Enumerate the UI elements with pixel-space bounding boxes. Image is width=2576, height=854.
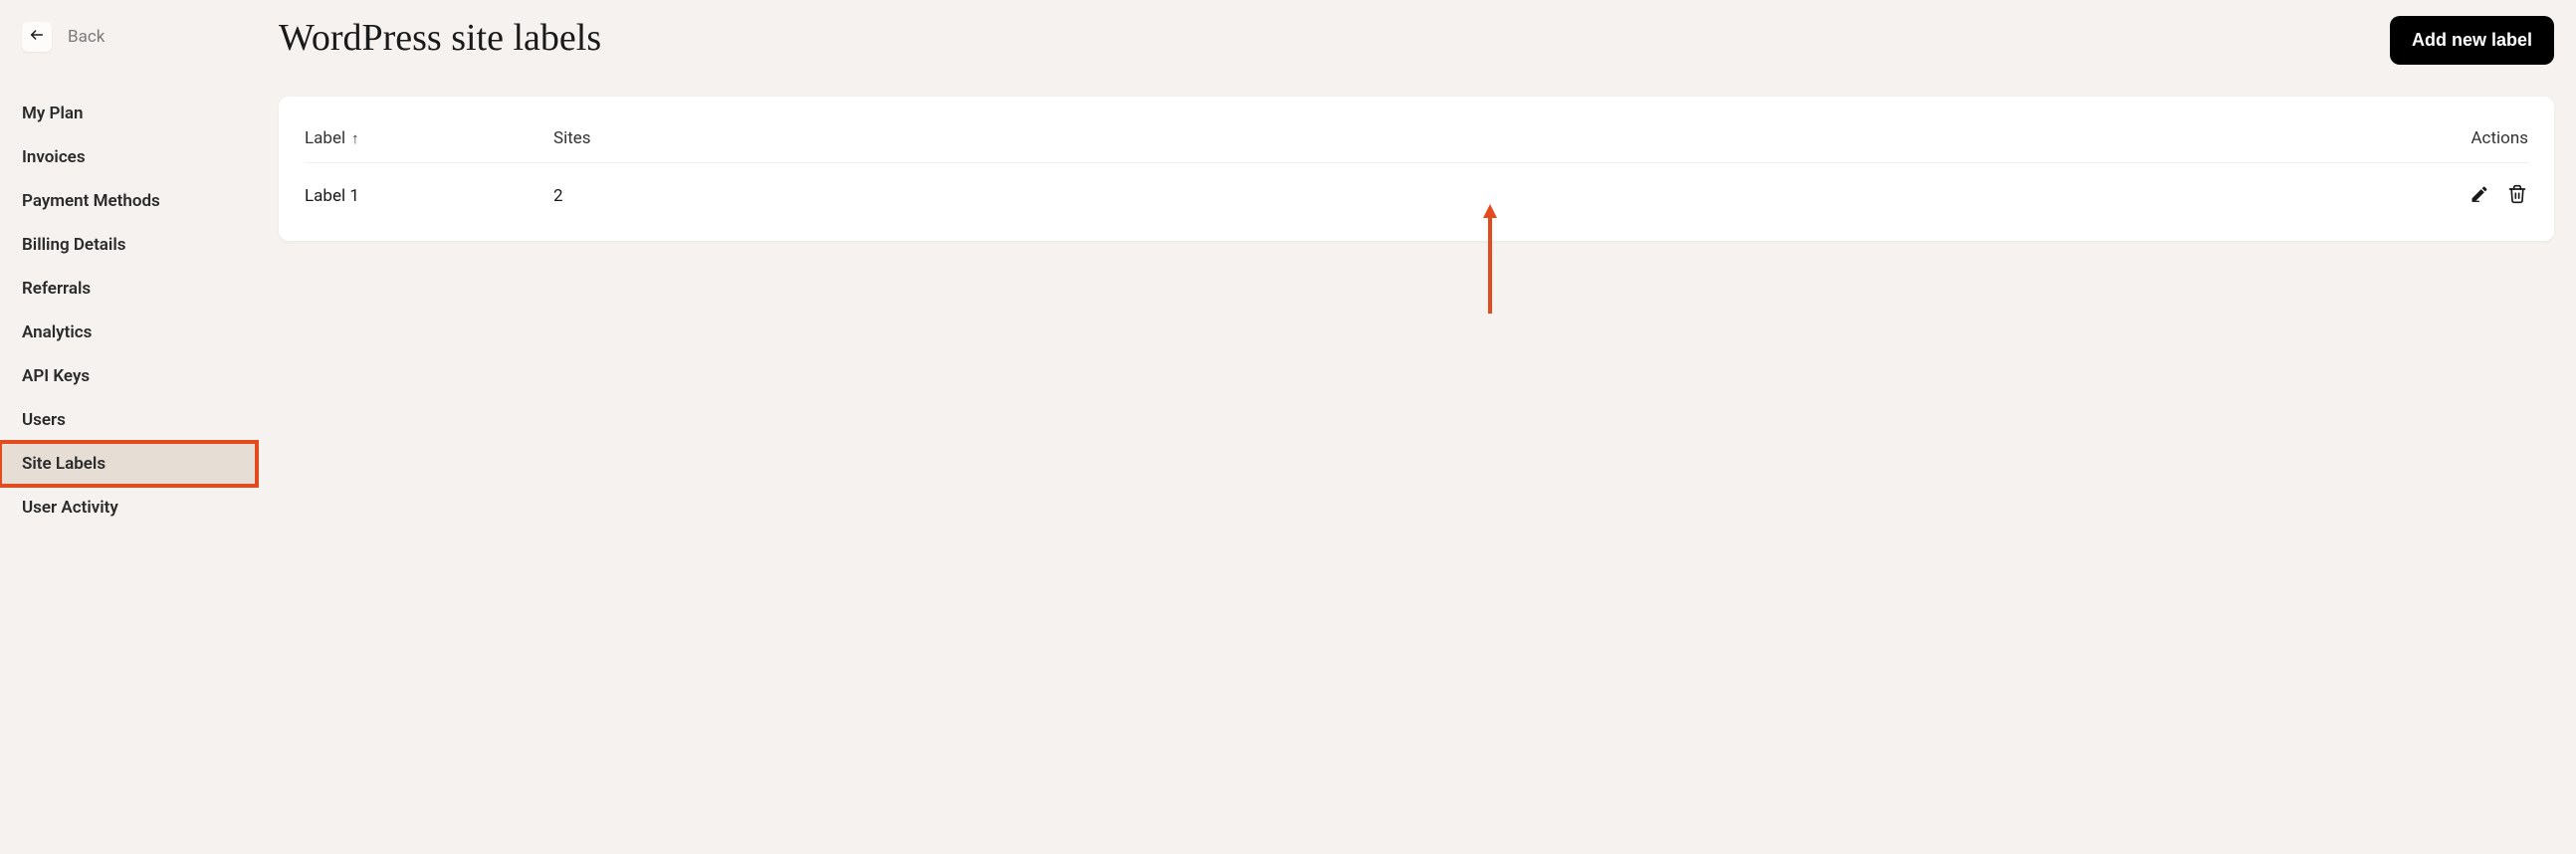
edit-button[interactable] [2469, 185, 2490, 207]
sidebar-item-payment-methods[interactable]: Payment Methods [0, 179, 257, 223]
back-label[interactable]: Back [68, 27, 105, 47]
table-row: Label 1 2 [305, 163, 2528, 229]
add-new-label-button[interactable]: Add new label [2390, 16, 2554, 65]
delete-button[interactable] [2506, 185, 2528, 207]
sidebar-item-user-activity[interactable]: User Activity [0, 486, 257, 530]
labels-table-card: Label ↑ Sites Actions Label 1 2 [279, 97, 2554, 241]
header-row: WordPress site labels Add new label [279, 16, 2554, 65]
sidebar-item-billing-details[interactable]: Billing Details [0, 223, 257, 267]
sort-arrow-up-icon: ↑ [351, 129, 359, 147]
column-label-text: Label [305, 128, 345, 148]
column-header-label[interactable]: Label ↑ [305, 128, 553, 148]
cell-sites: 2 [553, 186, 2429, 206]
sidebar-item-api-keys[interactable]: API Keys [0, 354, 257, 398]
sidebar-item-users[interactable]: Users [0, 398, 257, 442]
page-title: WordPress site labels [279, 16, 601, 60]
cell-label: Label 1 [305, 186, 553, 206]
sidebar-item-invoices[interactable]: Invoices [0, 135, 257, 179]
main-content: WordPress site labels Add new label Labe… [257, 0, 2576, 854]
sidebar-item-analytics[interactable]: Analytics [0, 311, 257, 354]
back-button[interactable] [22, 22, 52, 52]
arrow-left-icon [29, 27, 45, 47]
sidebar: Back My Plan Invoices Payment Methods Bi… [0, 0, 257, 854]
cell-actions [2429, 185, 2528, 207]
sidebar-item-my-plan[interactable]: My Plan [0, 92, 257, 135]
pencil-icon [2469, 184, 2489, 209]
table-header-row: Label ↑ Sites Actions [305, 114, 2528, 163]
back-row: Back [0, 16, 257, 92]
column-header-actions: Actions [2429, 128, 2528, 148]
column-header-sites[interactable]: Sites [553, 128, 2429, 148]
trash-icon [2507, 184, 2527, 209]
sidebar-item-referrals[interactable]: Referrals [0, 267, 257, 311]
sidebar-item-site-labels[interactable]: Site Labels [0, 442, 257, 486]
